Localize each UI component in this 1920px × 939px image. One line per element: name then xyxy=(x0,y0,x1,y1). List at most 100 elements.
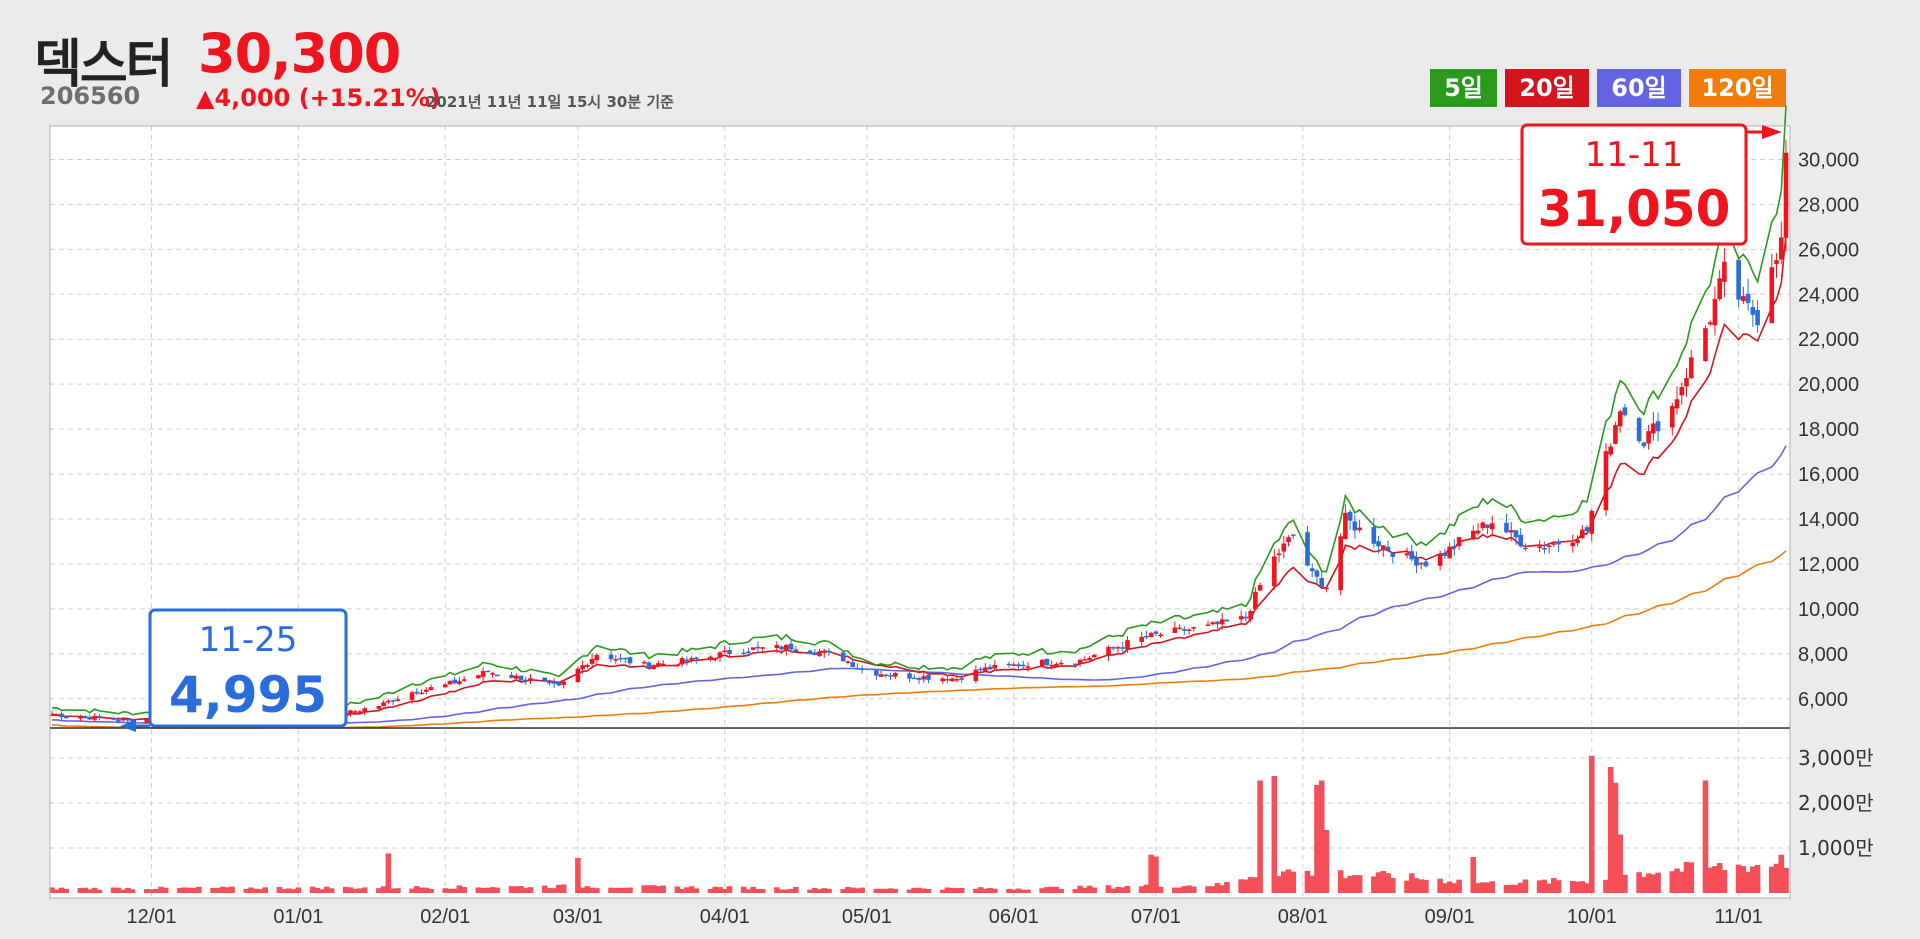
candle-body xyxy=(1257,584,1263,591)
candle-body xyxy=(414,691,420,694)
candle-body xyxy=(1641,442,1647,447)
candle-body xyxy=(1750,307,1756,315)
candle-body xyxy=(774,645,780,649)
candle-body xyxy=(452,679,458,684)
candle-body xyxy=(542,677,548,682)
candle-body xyxy=(627,657,633,664)
candle-body xyxy=(1139,636,1144,642)
candle-body xyxy=(1755,309,1760,326)
candle-body xyxy=(807,650,813,654)
date-tick-label: 07/01 xyxy=(1131,906,1181,928)
candle-body xyxy=(779,646,784,650)
high-annotation-date: 11-11 xyxy=(1585,135,1684,175)
candle-body xyxy=(859,668,865,670)
volume-bar xyxy=(991,888,998,893)
candle-body xyxy=(712,658,718,660)
candle-body xyxy=(1688,357,1694,379)
candle-body xyxy=(845,661,851,663)
candle-body xyxy=(893,672,898,677)
candle-body xyxy=(883,674,889,677)
volume-bar xyxy=(1124,885,1131,893)
candle-body xyxy=(1125,640,1130,650)
candle-body xyxy=(679,658,685,665)
volume-bar xyxy=(594,888,600,893)
volume-bar xyxy=(527,887,534,893)
candle-body xyxy=(1556,541,1561,545)
candle-body xyxy=(1736,259,1741,300)
candle-body xyxy=(1091,654,1097,658)
candle-body xyxy=(1210,622,1216,625)
price-tick-label: 10,000 xyxy=(1798,599,1859,621)
candle-body xyxy=(1309,568,1315,572)
price-tick-label: 28,000 xyxy=(1798,194,1859,216)
candle-body xyxy=(111,718,116,720)
date-tick-label: 02/01 xyxy=(420,906,470,928)
candle-body xyxy=(1087,657,1092,661)
candle-body xyxy=(116,720,121,722)
volume-bar xyxy=(1655,872,1661,893)
date-tick-label: 04/01 xyxy=(700,906,750,928)
volume-bar xyxy=(1058,888,1064,893)
candle-body xyxy=(1707,322,1713,325)
candle-body xyxy=(722,650,728,653)
candle-body xyxy=(940,678,945,682)
candle-body xyxy=(144,719,150,723)
volume-bar xyxy=(1257,780,1263,893)
volume-bar xyxy=(859,887,865,893)
candle-body xyxy=(594,654,600,661)
candle-body xyxy=(1669,406,1675,428)
candle-body xyxy=(1158,634,1163,637)
candle-body xyxy=(1049,664,1054,667)
candle-body xyxy=(1039,659,1045,668)
candle-body xyxy=(793,649,799,652)
candle-body xyxy=(1276,553,1282,555)
volume-bar xyxy=(958,887,965,893)
candle-body xyxy=(755,646,761,649)
candle-body xyxy=(821,651,827,653)
candle-body xyxy=(1617,411,1623,427)
candle-body xyxy=(613,659,619,661)
volume-bar xyxy=(560,884,567,893)
candle-body xyxy=(357,711,363,713)
candle-body xyxy=(1144,635,1149,638)
date-tick-label: 06/01 xyxy=(989,906,1039,928)
candle-body xyxy=(1011,664,1017,666)
candle-body xyxy=(826,650,832,653)
stock-chart: 6,000 8,000 10,000 12,000 14,000 16,000 18,000… xyxy=(49,105,1874,928)
candle-body xyxy=(1343,512,1348,540)
candle-body xyxy=(1584,527,1590,531)
candle-body xyxy=(1380,545,1386,549)
candle-body xyxy=(1551,543,1557,545)
candle-body xyxy=(495,674,500,677)
candle-body xyxy=(1769,267,1775,324)
candle-body xyxy=(97,716,102,718)
low-annotation-value: 4,995 xyxy=(169,666,327,724)
candle-body xyxy=(547,681,552,684)
candle-body xyxy=(959,678,964,680)
volume-bar xyxy=(627,887,633,893)
candle-body xyxy=(1286,537,1291,542)
date-tick-label: 01/01 xyxy=(273,906,323,928)
candle-body xyxy=(1044,658,1050,666)
candle-body xyxy=(1651,423,1656,434)
volume-bar xyxy=(1389,877,1396,893)
candle-body xyxy=(362,708,367,713)
price-tick-label: 22,000 xyxy=(1798,329,1859,351)
candle-body xyxy=(59,713,64,718)
candle-body xyxy=(1357,527,1362,531)
candle-body xyxy=(1414,557,1419,566)
date-tick-label: 09/01 xyxy=(1425,906,1475,928)
candle-body xyxy=(1579,529,1585,539)
volume-bar xyxy=(96,889,103,893)
candle-body xyxy=(1778,237,1784,260)
candle-body xyxy=(727,649,732,655)
candle-body xyxy=(608,654,614,660)
candle-body xyxy=(1390,553,1396,557)
candle-body xyxy=(926,674,931,680)
candle-body xyxy=(551,681,557,684)
candle-body xyxy=(348,710,353,715)
candle-body xyxy=(423,689,429,692)
candle-body xyxy=(1489,523,1495,530)
candle-body xyxy=(1575,539,1580,544)
candle-body xyxy=(63,716,69,719)
